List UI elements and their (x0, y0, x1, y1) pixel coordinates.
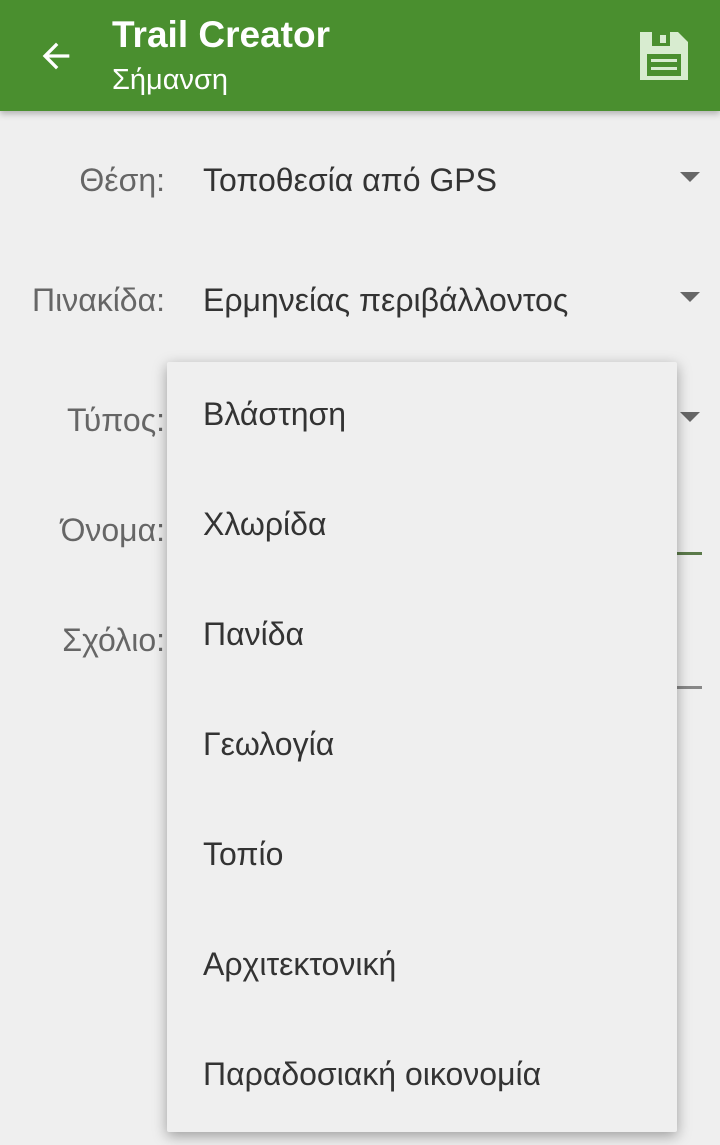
menu-item[interactable]: Πανίδα (167, 582, 677, 692)
type-label: Τύπος: (67, 402, 165, 438)
back-button[interactable] (36, 36, 76, 76)
menu-item[interactable]: Τοπίο (167, 802, 677, 912)
menu-item[interactable]: Παραδοσιακή οικονομία (167, 1022, 677, 1132)
menu-item[interactable]: Γεωλογία (167, 692, 677, 802)
position-select[interactable]: Τοποθεσία από GPS (203, 162, 497, 199)
dropdown-caret-icon[interactable] (680, 172, 700, 182)
app-title: Trail Creator (112, 14, 330, 55)
floppy-disk-icon (640, 32, 688, 80)
sign-label: Πινακίδα: (31, 282, 165, 318)
save-button[interactable] (638, 30, 690, 82)
dropdown-caret-icon[interactable] (680, 292, 700, 302)
sign-select[interactable]: Ερμηνείας περιβάλλοντος (203, 282, 568, 319)
type-dropdown-menu: Βλάστηση Χλωρίδα Πανίδα Γεωλογία Τοπίο Α… (167, 362, 677, 1132)
menu-item[interactable]: Αρχιτεκτονική (167, 912, 677, 1022)
app-bar: Trail Creator Σήμανση (0, 0, 720, 111)
menu-item[interactable]: Χλωρίδα (167, 472, 677, 582)
app-subtitle: Σήμανση (112, 64, 229, 96)
arrow-left-icon (42, 42, 70, 70)
name-label: Όνομα: (60, 512, 165, 548)
menu-item[interactable]: Βλάστηση (167, 362, 677, 472)
comment-label: Σχόλιο: (62, 622, 165, 658)
position-label: Θέση: (79, 162, 165, 198)
dropdown-caret-icon[interactable] (680, 412, 700, 422)
